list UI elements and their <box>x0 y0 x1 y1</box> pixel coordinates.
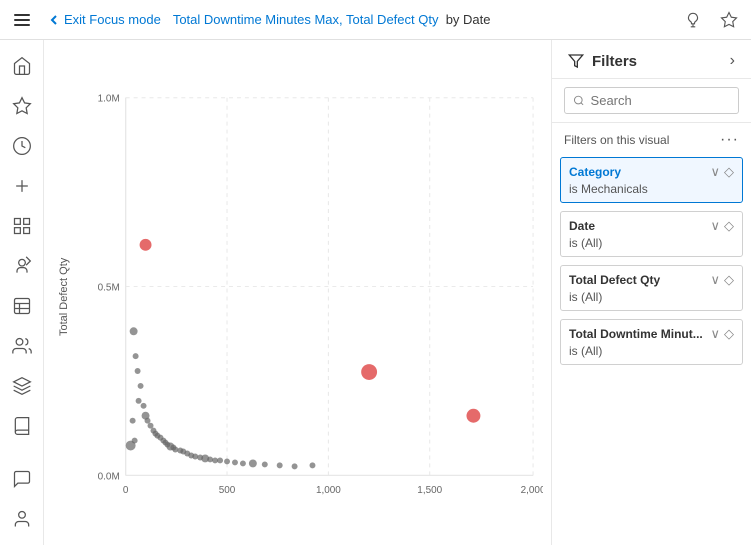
filter-panel: Filters › Filters on this visual ··· Cat… <box>551 40 751 545</box>
y-axis-label: Total Defect Qty <box>52 56 76 537</box>
svg-text:0.5M: 0.5M <box>98 283 120 294</box>
topbar-icons <box>679 6 743 34</box>
bookmark-icon[interactable] <box>715 6 743 34</box>
menu-icon[interactable] <box>8 6 36 34</box>
feedback-icon[interactable] <box>4 461 40 497</box>
filter-card-total-downtime[interactable]: Total Downtime Minut... ∨ ◇ is (All) <box>560 319 743 365</box>
filter-expand-chevron[interactable]: ∨ <box>710 326 720 342</box>
learn-icon[interactable] <box>4 368 40 404</box>
filter-card-total-defect-qty[interactable]: Total Defect Qty ∨ ◇ is (All) <box>560 265 743 311</box>
create-icon[interactable] <box>4 168 40 204</box>
favorites-icon[interactable] <box>4 88 40 124</box>
filters-on-visual-label: Filters on this visual ··· <box>552 123 751 153</box>
workspaces-icon[interactable] <box>4 288 40 324</box>
metrics-icon[interactable] <box>4 248 40 284</box>
profile-icon[interactable] <box>4 501 40 537</box>
exit-focus-button[interactable]: Exit Focus mode <box>40 8 169 31</box>
scatter-chart: 1.0M 0.5M 0.0M 0 500 1,000 1,500 2,000 <box>76 56 543 537</box>
filter-clear-icon[interactable]: ◇ <box>724 326 734 342</box>
filter-expand-icon[interactable]: › <box>730 52 735 70</box>
svg-text:0.0M: 0.0M <box>98 471 120 482</box>
svg-text:1,000: 1,000 <box>316 485 341 496</box>
filter-search-wrap <box>552 79 751 123</box>
chart-title: Total Downtime Minutes Max, Total Defect… <box>173 12 679 27</box>
people-icon[interactable] <box>4 328 40 364</box>
filter-card-category[interactable]: Category ∨ ◇ is Mechanicals <box>560 157 743 203</box>
filter-search-input[interactable] <box>591 93 730 108</box>
filter-card-date[interactable]: Date ∨ ◇ is (All) <box>560 211 743 257</box>
svg-text:2,000: 2,000 <box>521 485 543 496</box>
svg-text:1,500: 1,500 <box>417 485 442 496</box>
filter-search-box[interactable] <box>564 87 739 114</box>
main-content: Total Defect Qty <box>0 40 751 545</box>
home-icon[interactable] <box>4 48 40 84</box>
sidebar <box>0 40 44 545</box>
search-icon <box>573 94 585 107</box>
filter-expand-chevron[interactable]: ∨ <box>710 272 720 288</box>
svg-text:500: 500 <box>219 485 236 496</box>
lightbulb-icon[interactable] <box>679 6 707 34</box>
filter-panel-title: Filters <box>592 53 637 70</box>
topbar: Exit Focus mode Total Downtime Minutes M… <box>0 0 751 40</box>
filter-icon <box>568 53 584 69</box>
svg-text:0: 0 <box>123 485 129 496</box>
filter-more-options[interactable]: ··· <box>720 131 739 149</box>
filter-expand-chevron[interactable]: ∨ <box>710 218 720 234</box>
filter-header: Filters › <box>552 40 751 79</box>
filter-clear-icon[interactable]: ◇ <box>724 164 734 180</box>
recent-icon[interactable] <box>4 128 40 164</box>
filter-expand-chevron[interactable]: ∨ <box>710 164 720 180</box>
filter-clear-icon[interactable]: ◇ <box>724 218 734 234</box>
svg-text:1.0M: 1.0M <box>98 94 120 105</box>
apps-icon[interactable] <box>4 208 40 244</box>
chart-area: Total Defect Qty <box>44 40 551 545</box>
book-icon[interactable] <box>4 408 40 444</box>
filter-clear-icon[interactable]: ◇ <box>724 272 734 288</box>
